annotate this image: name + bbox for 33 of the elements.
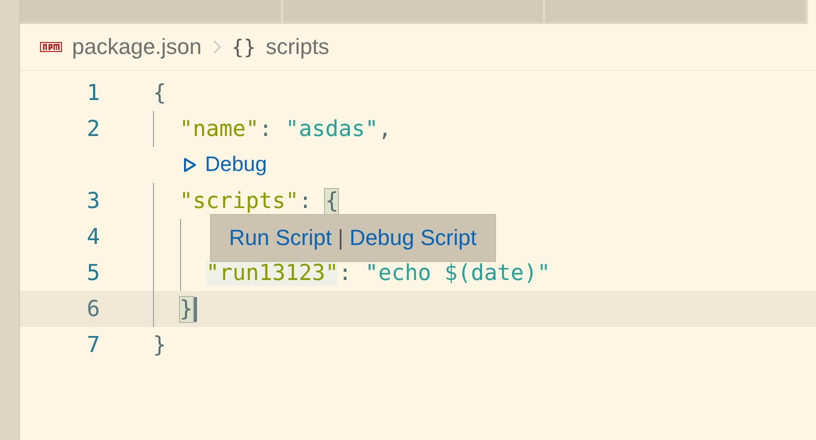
codelens-link[interactable]: Debug: [183, 153, 267, 177]
action-link[interactable]: Run Script: [229, 225, 332, 251]
line-number: 1: [86, 80, 100, 106]
json-key: "scripts": [180, 188, 299, 214]
editor-tab[interactable]: [545, 0, 808, 24]
json-key: "run13123": [206, 260, 338, 286]
chevron-right-icon: [212, 39, 222, 55]
json-key: "name": [180, 116, 259, 142]
code-punctuation: {: [325, 188, 338, 214]
editor-tab[interactable]: [20, 0, 283, 24]
line-number: 6: [86, 296, 100, 322]
json-string: "echo $(date)": [364, 260, 550, 286]
code-punctuation: ,: [378, 116, 392, 142]
line-number: 7: [86, 332, 100, 358]
code-punctuation: :: [298, 188, 313, 214]
line-number: 5: [86, 260, 100, 286]
breadcrumb-item[interactable]: package.json: [72, 34, 202, 60]
npm-icon: [40, 42, 62, 52]
editor-tab[interactable]: [282, 0, 546, 24]
code-punctuation: :: [338, 260, 353, 286]
braces-icon: {}: [232, 35, 256, 59]
json-string: "asdas": [285, 116, 378, 142]
code-punctuation: :: [258, 116, 274, 142]
action-link[interactable]: Debug Script: [349, 225, 477, 251]
text-cursor: [194, 296, 197, 322]
separator-text: |: [338, 225, 344, 251]
code-punctuation: }: [153, 332, 166, 358]
line-number: 3: [86, 188, 100, 214]
breadcrumb-item[interactable]: scripts: [266, 34, 330, 60]
play-icon: [183, 157, 197, 173]
line-number: 4: [86, 224, 100, 250]
line-number: 2: [86, 116, 100, 142]
code-punctuation: {: [153, 80, 166, 106]
